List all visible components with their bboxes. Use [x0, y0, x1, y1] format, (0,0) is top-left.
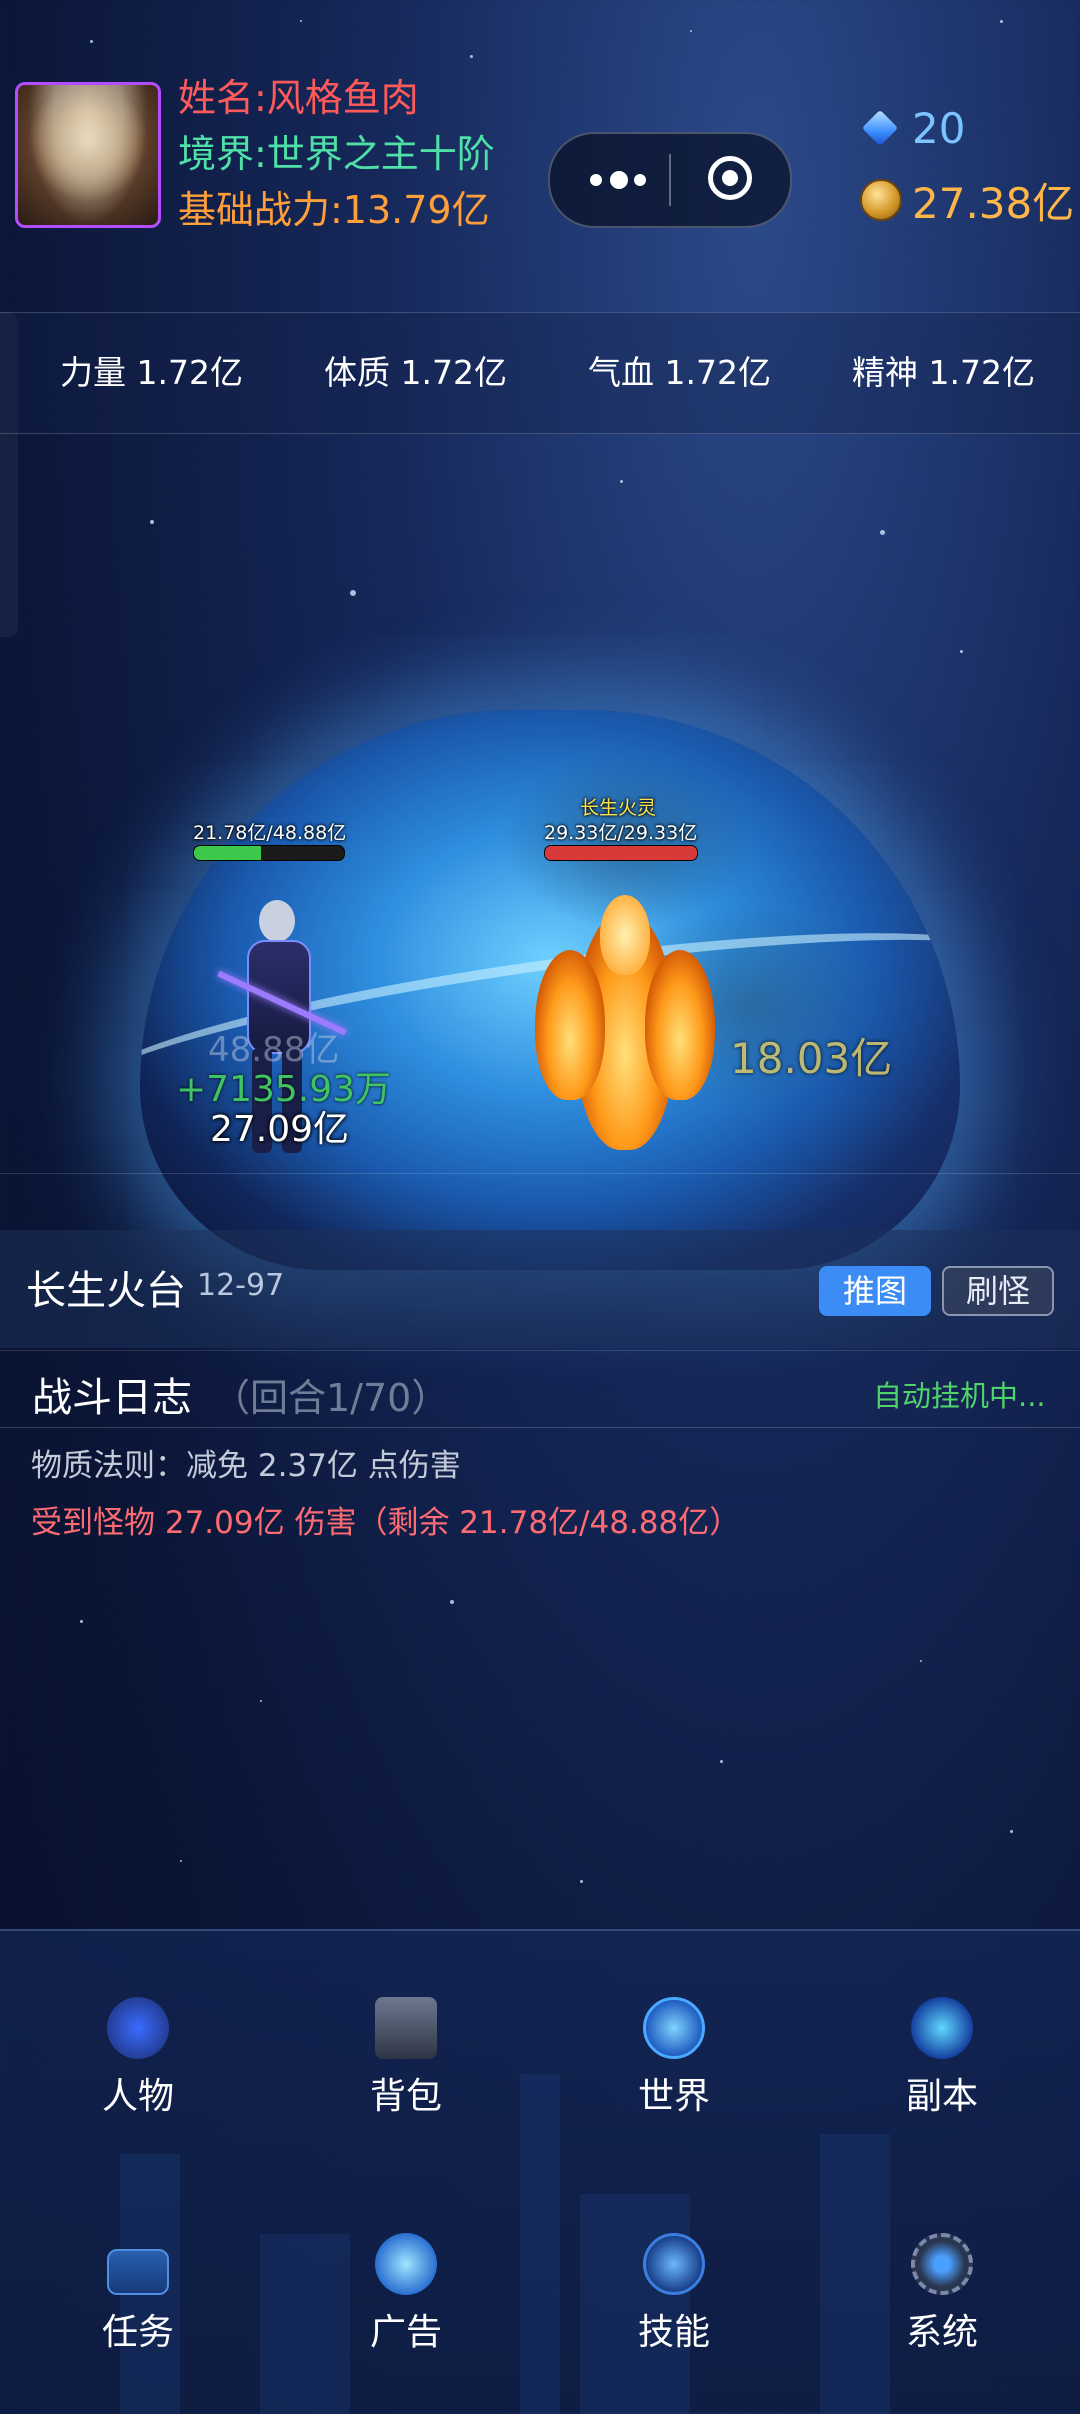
more-menu-icon[interactable] [580, 160, 670, 200]
stat-constitution: 体质 1.72亿 [324, 353, 507, 392]
monster-hp-bar [544, 845, 698, 861]
damage-on-player: 27.09亿 [210, 1109, 350, 1150]
nav-label: 技能 [637, 2312, 710, 2353]
auto-battle-status[interactable]: 自动挂机中... [873, 1373, 1046, 1415]
stage-name: 长生火台 [26, 1268, 186, 1314]
player-header: 姓名:风格鱼肉 境界:世界之主十阶 基础战力:13.79亿 20 27.38亿 [0, 0, 1080, 300]
monster-hp-text: 29.33亿/29.33亿 [544, 822, 698, 844]
damage-on-monster: 18.03亿 [730, 1034, 893, 1083]
nav-system[interactable]: 系统 [872, 2233, 1012, 2355]
stat-vitality: 气血 1.72亿 [588, 353, 771, 392]
coin-count: 27.38亿 [912, 178, 1075, 228]
nav-label: 系统 [905, 2312, 978, 2353]
gem-row: 20 [860, 92, 1074, 164]
player-name: 姓名:风格鱼肉 [178, 76, 419, 120]
player-power: 基础战力:13.79亿 [178, 188, 490, 232]
character-icon [107, 1997, 169, 2059]
farm-monster-button[interactable]: 刷怪 [942, 1266, 1054, 1316]
battle-log-header: 战斗日志 （回合1/70） 自动挂机中... [0, 1350, 1080, 1428]
battle-log-line: 物质法则：减免 2.37亿 点伤害 [31, 1448, 461, 1484]
backpack-icon [375, 1997, 437, 2059]
close-target-icon[interactable] [708, 156, 752, 200]
push-stage-button[interactable]: 推图 [819, 1266, 931, 1316]
skill-icon [643, 2233, 705, 2295]
currency-panel: 20 27.38亿 [860, 92, 1074, 236]
nav-character[interactable]: 人物 [68, 1997, 208, 2119]
dungeon-icon [911, 1997, 973, 2059]
nav-label: 世界 [637, 2076, 710, 2117]
nav-label: 背包 [369, 2076, 442, 2117]
fire-spirit-monster [535, 890, 715, 1160]
stage-bar: 长生火台 12-97 推图 刷怪 [0, 1230, 1080, 1348]
battle-round: （回合1/70） [212, 1376, 450, 1420]
nav-tasks[interactable]: 任务 [68, 2233, 208, 2355]
nav-dungeon[interactable]: 副本 [872, 1997, 1012, 2119]
player-realm: 境界:世界之主十阶 [178, 132, 495, 176]
nav-label: 广告 [369, 2312, 442, 2353]
stage-code: 12-97 [197, 1268, 285, 1303]
nav-ads[interactable]: 广告 [336, 2233, 476, 2355]
capsule-divider [669, 154, 671, 206]
nav-world[interactable]: 世界 [604, 1997, 744, 2119]
monster-hp-fill [545, 846, 697, 860]
monster-name: 长生火灵 [580, 797, 657, 819]
gem-count: 20 [912, 103, 966, 153]
stat-strength: 力量 1.72亿 [60, 353, 243, 392]
miniprogram-capsule [548, 132, 792, 228]
task-icon [107, 2249, 169, 2295]
attribute-stats-bar: 力量 1.72亿 体质 1.72亿 气血 1.72亿 精神 1.72亿 [0, 312, 1080, 434]
player-info: 姓名:风格鱼肉 境界:世界之主十阶 基础战力:13.79亿 [178, 70, 495, 238]
nav-label: 人物 [101, 2076, 174, 2117]
battle-log-title: 战斗日志 [32, 1375, 192, 1421]
battle-log-line: 受到怪物 27.09亿 伤害（剩余 21.78亿/48.88亿） [31, 1505, 741, 1541]
scene-divider [0, 1173, 1080, 1174]
nav-backpack[interactable]: 背包 [336, 1997, 476, 2119]
player-hp-text: 21.78亿/48.88亿 [193, 822, 347, 844]
bottom-navigation: 人物 背包 世界 副本 任务 广告 技能 系统 [0, 1929, 1080, 2414]
system-icon [911, 2233, 973, 2295]
nav-skills[interactable]: 技能 [604, 2233, 744, 2355]
nav-label: 任务 [101, 2312, 174, 2353]
nav-label: 副本 [905, 2076, 978, 2117]
ad-icon [375, 2233, 437, 2295]
stat-spirit: 精神 1.72亿 [852, 353, 1035, 392]
diamond-icon [860, 108, 900, 148]
player-hp-bar [193, 845, 345, 861]
coin-row: 27.38亿 [860, 164, 1074, 236]
gold-coin-icon [860, 179, 902, 221]
player-hp-fill [194, 846, 261, 860]
player-avatar[interactable] [15, 82, 161, 228]
world-icon [643, 1997, 705, 2059]
